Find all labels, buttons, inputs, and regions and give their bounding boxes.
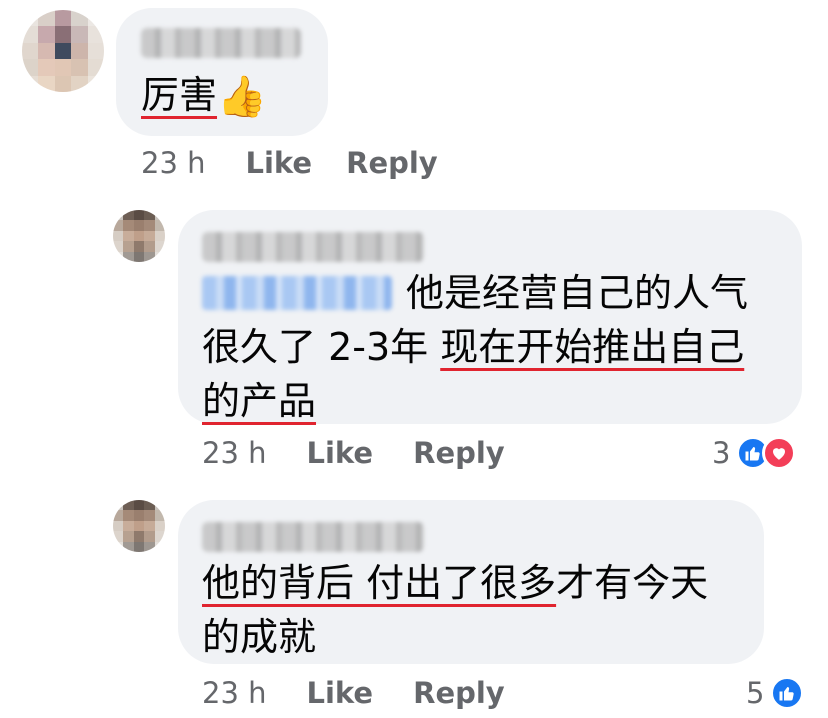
comment-actions: 23 h Like Reply — [141, 146, 438, 180]
comment-line: 很久了 2-3年 现在开始推出自己 — [202, 325, 745, 369]
comment-actions: 23 h Like Reply — [202, 676, 505, 710]
comment-author[interactable] — [141, 28, 301, 58]
avatar[interactable] — [22, 10, 104, 92]
reply-button[interactable]: Reply — [346, 146, 438, 180]
comment-author[interactable] — [202, 522, 424, 552]
comment-line: 他的背后 付出了很多才有今天 — [202, 561, 709, 605]
comment-timestamp[interactable]: 23 h — [202, 676, 267, 710]
mention-tag[interactable] — [202, 276, 392, 310]
comment-line: 的成就 — [202, 615, 317, 659]
comment-text: 厉害👍 — [141, 68, 267, 124]
comment-actions: 23 h Like Reply — [202, 436, 505, 470]
like-button[interactable]: Like — [307, 676, 374, 710]
comment-text-underlined: 厉害 — [141, 73, 218, 117]
reaction-summary[interactable]: 3 — [712, 436, 797, 470]
comment-author[interactable] — [202, 232, 424, 262]
comment-text: 他是经营自己的人气 很久了 2-3年 现在开始推出自己 的产品 — [202, 266, 802, 428]
reply-button[interactable]: Reply — [413, 676, 505, 710]
love-icon — [762, 436, 797, 470]
like-button[interactable]: Like — [246, 146, 313, 180]
like-button[interactable]: Like — [307, 436, 374, 470]
reaction-summary[interactable]: 5 — [746, 676, 805, 710]
comment-line: 他是经营自己的人气 — [202, 266, 802, 320]
reply-button[interactable]: Reply — [413, 436, 505, 470]
thumbs-up-emoji: 👍 — [217, 74, 267, 120]
reaction-count: 5 — [746, 676, 765, 710]
comment-line: 的产品 — [202, 379, 317, 423]
comment-timestamp[interactable]: 23 h — [141, 146, 206, 180]
avatar[interactable] — [113, 500, 165, 552]
comment-timestamp[interactable]: 23 h — [202, 436, 267, 470]
comment-text: 他的背后 付出了很多才有今天 的成就 — [202, 556, 762, 664]
reaction-count: 3 — [712, 436, 731, 470]
like-icon — [770, 676, 805, 710]
avatar[interactable] — [113, 210, 165, 262]
